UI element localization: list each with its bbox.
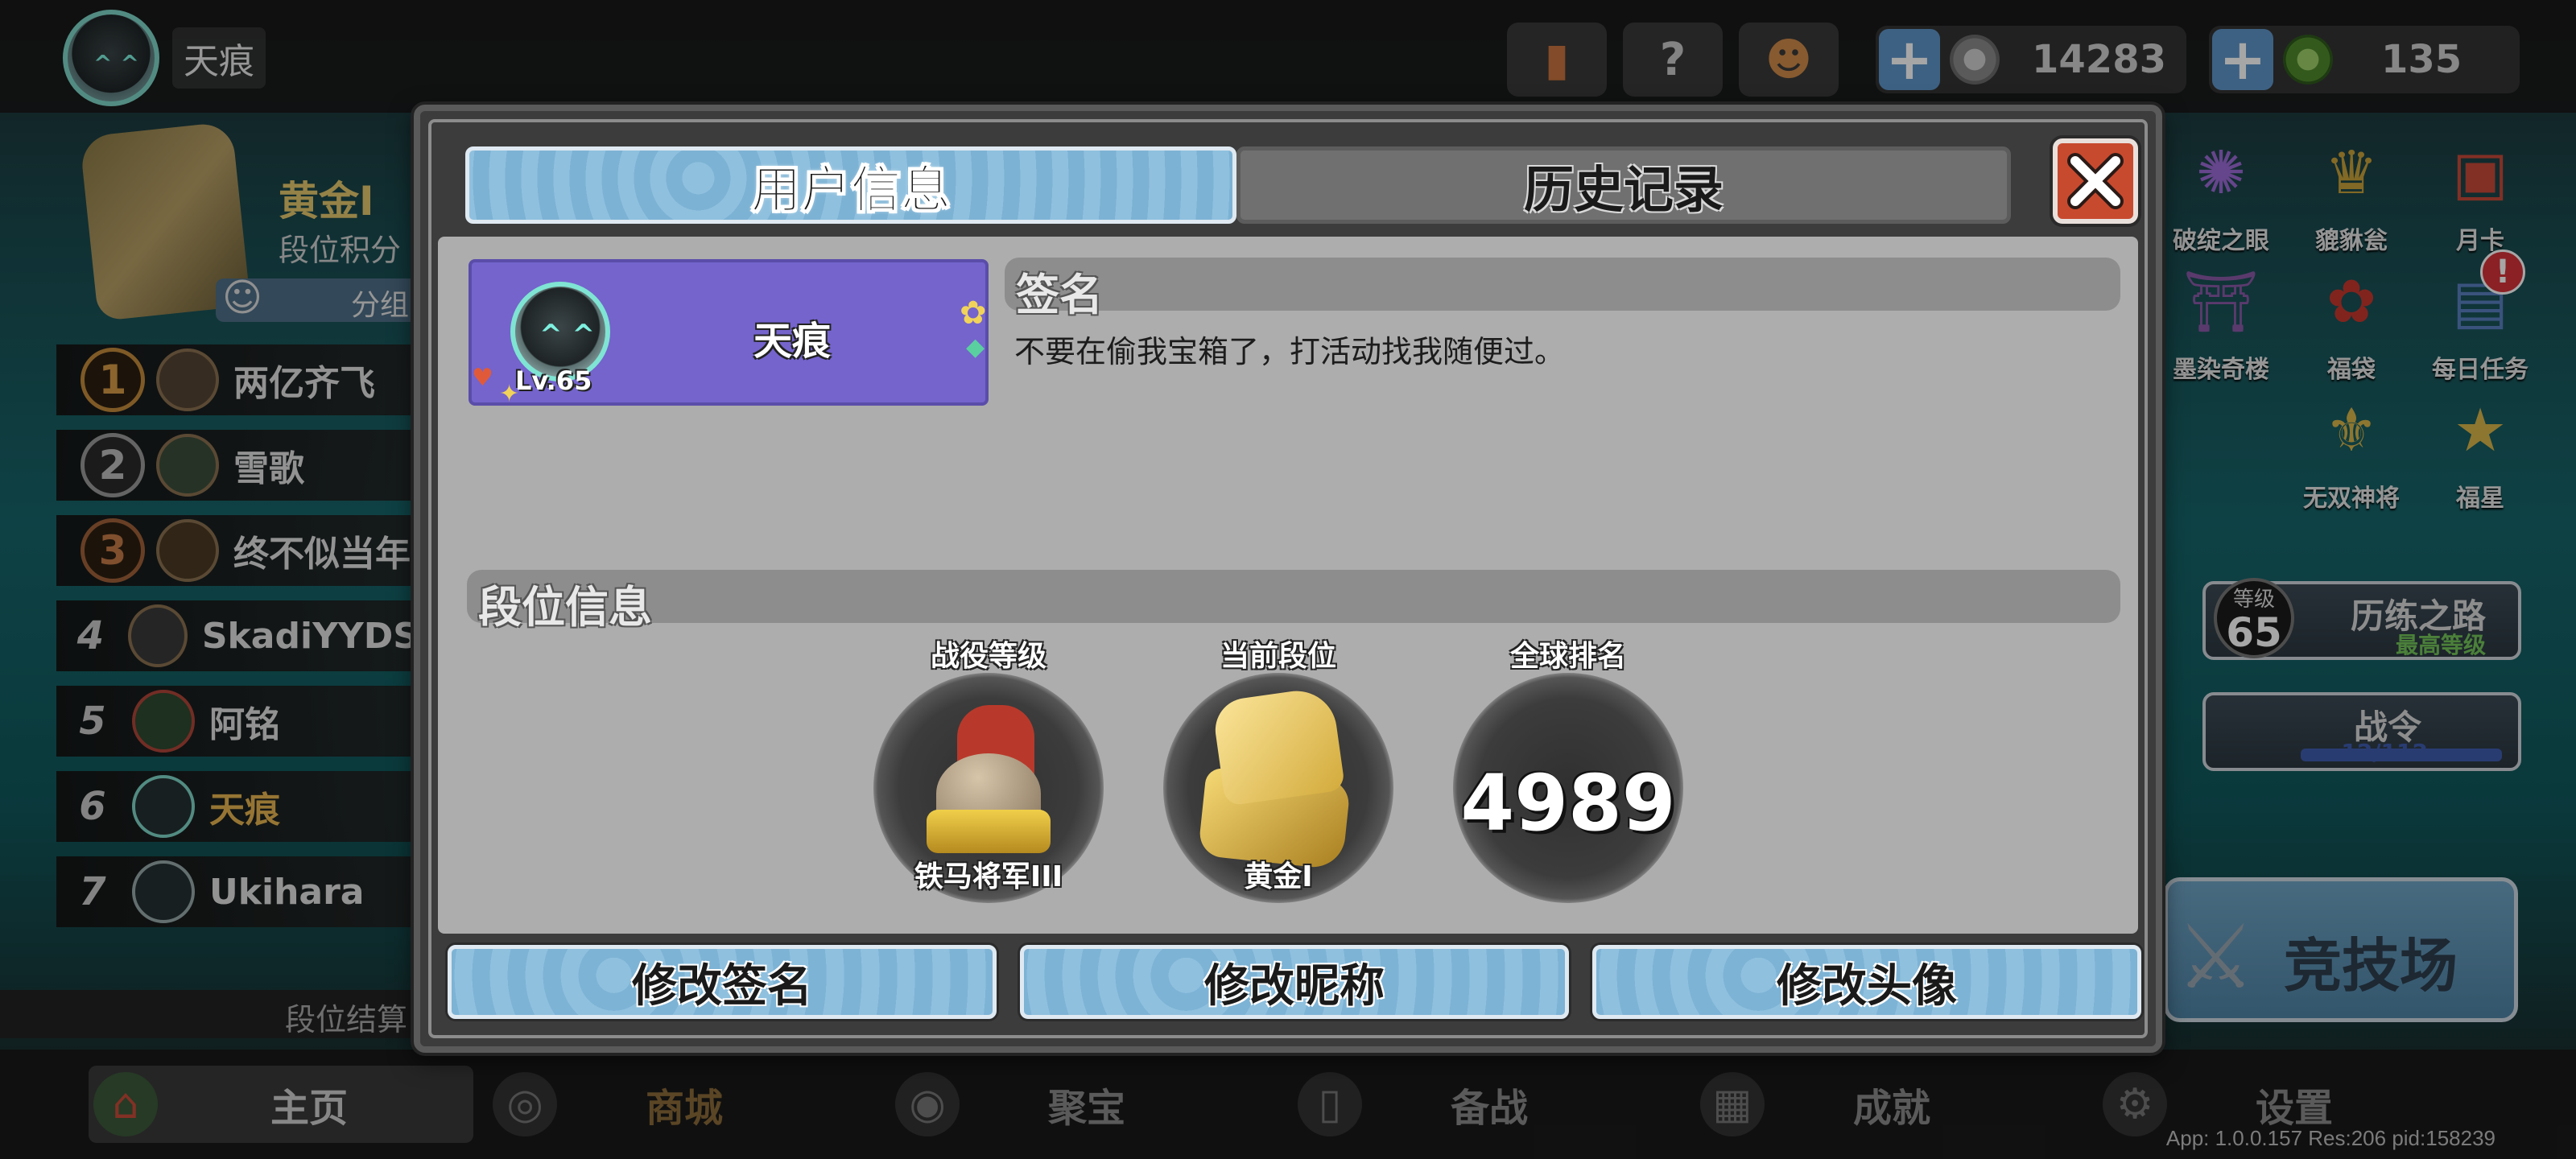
sparkle-icon: ◆ [966, 333, 985, 361]
signature-title: 签名 [1016, 270, 1103, 320]
profile-level: Lv.65 [515, 365, 592, 396]
edit-signature-button[interactable]: 修改签名 [448, 945, 997, 1019]
rank-info-header: 段位信息 [467, 570, 2120, 633]
modal-tabs: 用户信息 历史记录 [465, 146, 2011, 224]
campaign-level-value: 铁马将军III [914, 860, 1063, 893]
current-rank-disc: 黄金I [1163, 673, 1393, 903]
current-rank-label: 当前段位 [1220, 640, 1336, 673]
content-panel: ^^ ♥ ✦ ✿ ◆ Lv.65 天痕 签名 不要在偷我宝箱了，打活动找我随便过… [438, 237, 2138, 934]
tab-user-info[interactable]: 用户信息 [465, 146, 1236, 224]
current-rank-stat: 当前段位 黄金I [1158, 633, 1399, 903]
global-rank-disc: 4989 [1453, 673, 1683, 903]
global-rank-stat: 全球排名 4989 [1447, 633, 1689, 903]
profile-card: ^^ ♥ ✦ ✿ ◆ Lv.65 天痕 [469, 259, 989, 408]
global-rank-value: 4989 [1460, 758, 1676, 848]
heart-icon: ♥ [472, 364, 493, 392]
gold-rank-icon [1197, 686, 1355, 871]
campaign-level-label: 战役等级 [930, 640, 1046, 673]
close-icon [2067, 153, 2124, 209]
general-helmet-icon [920, 705, 1057, 853]
edit-nickname-button[interactable]: 修改昵称 [1020, 945, 1569, 1019]
signature-text: 不要在偷我宝箱了，打活动找我随便过。 [1014, 334, 1566, 369]
global-rank-label: 全球排名 [1509, 640, 1626, 673]
tab-history[interactable]: 历史记录 [1236, 146, 2011, 224]
campaign-level-stat: 战役等级 铁马将军III [868, 633, 1109, 903]
edit-avatar-button[interactable]: 修改头像 [1592, 945, 2141, 1019]
current-rank-value: 黄金I [1244, 860, 1313, 893]
sparkle-icon: ✿ [960, 295, 987, 332]
close-button[interactable] [2053, 138, 2138, 224]
profile-name: 天痕 [753, 319, 832, 364]
signature-header: 签名 [1005, 258, 2120, 320]
rank-info-title: 段位信息 [478, 582, 652, 633]
campaign-level-disc: 铁马将军III [873, 673, 1104, 903]
user-info-modal: 用户信息 历史记录 ^^ ♥ ✦ ✿ ◆ Lv.65 天痕 签名 不要在偷我宝箱… [414, 105, 2162, 1053]
